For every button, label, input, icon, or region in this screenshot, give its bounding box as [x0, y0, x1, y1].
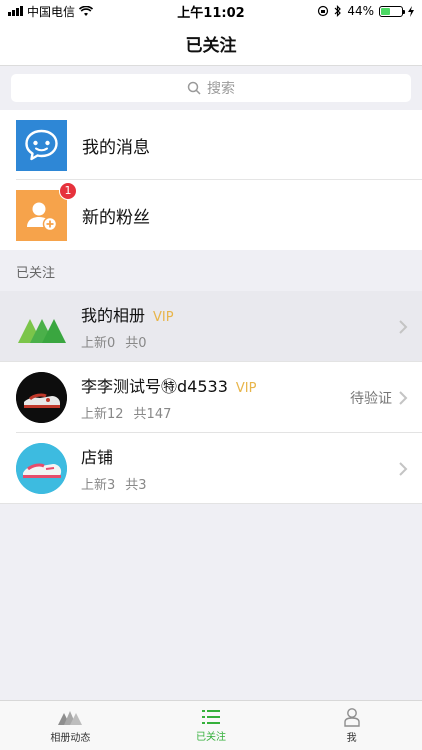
tab-label: 我 [346, 733, 357, 744]
status-bar: 中国电信 上午11:02 44% [0, 0, 422, 22]
follow-name: 店铺 [81, 448, 114, 467]
search-icon [187, 81, 201, 95]
add-user-icon: 1 [16, 181, 77, 241]
follow-info: 我的相册 VIP 上新0 共0 [81, 302, 174, 351]
wifi-icon [79, 5, 94, 16]
my-messages-item[interactable]: 我的消息 [0, 110, 422, 180]
follow-info: 店铺 上新3 共3 [81, 444, 147, 493]
status-left: 中国电信 [8, 3, 94, 20]
follow-name: 我的相册 [81, 306, 146, 325]
new-count: 上新12 [81, 407, 124, 422]
charging-icon [408, 5, 414, 17]
chevron-right-icon [399, 390, 408, 405]
nav-bar: 已关注 [0, 22, 422, 66]
search-placeholder: 搜索 [207, 81, 235, 97]
battery-icon [379, 5, 405, 17]
row-divider [0, 503, 422, 504]
tab-label: 已关注 [196, 732, 226, 743]
follow-stats: 上新0 共0 [81, 332, 174, 351]
shoe-avatar [16, 443, 67, 494]
section-header: 已关注 [0, 251, 422, 291]
vip-badge: VIP [153, 310, 174, 325]
new-fans-item[interactable]: 1 新的粉丝 [0, 180, 422, 250]
search-bar: 搜索 [0, 66, 422, 110]
tab-following[interactable]: 已关注 [141, 701, 282, 750]
follow-name-line: 店铺 [81, 444, 147, 468]
tab-label: 相册动态 [50, 733, 91, 744]
battery-fill [381, 7, 390, 15]
search-input[interactable]: 搜索 [11, 74, 411, 102]
album-logo-avatar [16, 301, 67, 352]
follow-name: 李李测试号㊕d4533 [81, 377, 228, 396]
section-title: 已关注 [16, 265, 56, 281]
status-right: 44% [317, 4, 414, 18]
my-messages-label: 我的消息 [82, 137, 150, 158]
battery-percent: 44% [347, 4, 374, 18]
chevron-right-icon [399, 461, 408, 476]
list-icon [202, 710, 220, 724]
signal-icon [8, 6, 23, 16]
new-fans-badge: 1 [59, 181, 77, 200]
follow-name-line: 我的相册 VIP [81, 302, 174, 326]
follow-stats: 上新12 共147 [81, 403, 256, 422]
pending-verification-label: 待验证 [350, 390, 392, 407]
mountains-icon [58, 711, 83, 725]
page-title: 已关注 [185, 36, 237, 56]
follow-info: 李李测试号㊕d4533 VIP 上新12 共147 [81, 373, 256, 422]
tab-bar: 相册动态 已关注 我 [0, 700, 422, 750]
total-count: 共3 [125, 478, 147, 493]
follow-stats: 上新3 共3 [81, 474, 147, 493]
follow-item-store[interactable]: 店铺 上新3 共3 [0, 433, 422, 504]
orientation-lock-icon [318, 5, 329, 17]
carrier-label: 中国电信 [27, 4, 76, 19]
chevron-right-icon [399, 319, 408, 334]
tab-album-feed[interactable]: 相册动态 [0, 701, 141, 750]
follow-item-my-album[interactable]: 我的相册 VIP 上新0 共0 [0, 291, 422, 362]
total-count: 共147 [133, 407, 172, 422]
new-count: 上新3 [81, 478, 116, 493]
follow-name-line: 李李测试号㊕d4533 VIP [81, 373, 256, 397]
tab-me[interactable]: 我 [281, 701, 422, 750]
vip-badge: VIP [235, 381, 257, 396]
chat-bubble-icon [16, 119, 67, 171]
follow-item-test-account[interactable]: 李李测试号㊕d4533 VIP 上新12 共147 待验证 [0, 362, 422, 433]
shoe-avatar [16, 372, 67, 423]
bluetooth-icon [334, 5, 342, 17]
new-count: 上新0 [81, 336, 116, 351]
total-count: 共0 [125, 336, 147, 351]
new-fans-label: 新的粉丝 [82, 207, 150, 228]
person-icon [343, 708, 360, 727]
